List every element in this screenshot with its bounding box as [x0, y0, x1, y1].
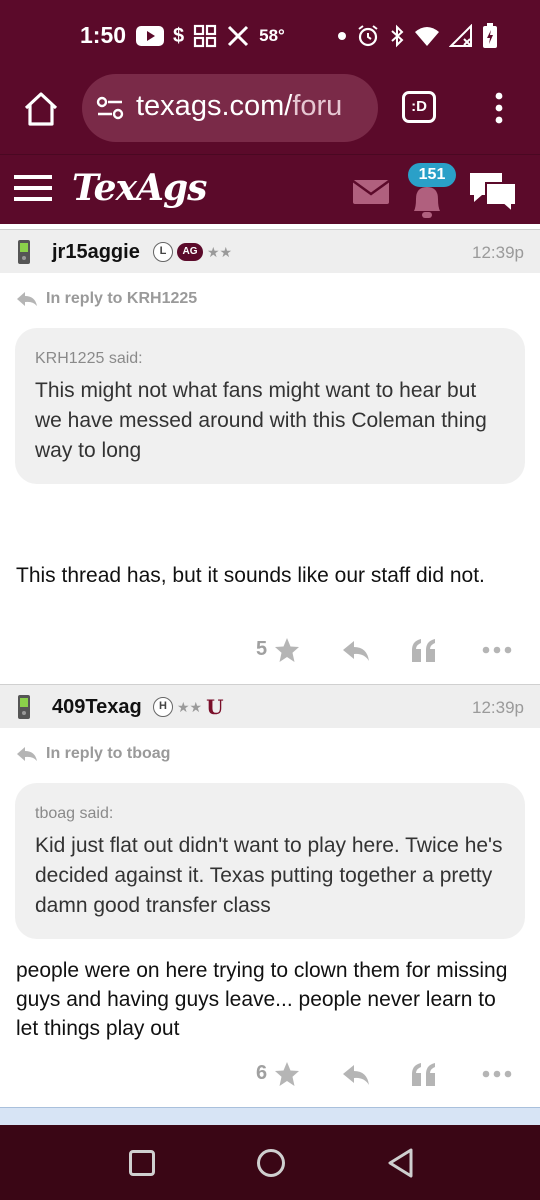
quote-block: KRH1225 said: This might not what fans m… [15, 328, 525, 484]
notification-count-badge: 151 [408, 163, 456, 187]
more-horiz-icon[interactable] [482, 1070, 512, 1078]
chat-bubbles-icon[interactable] [468, 169, 518, 215]
star-count: 6 [256, 1062, 268, 1084]
browser-toolbar: texags.com/foru :D [0, 70, 540, 154]
hamburger-menu-icon[interactable] [14, 173, 54, 203]
site-settings-icon[interactable] [96, 94, 124, 122]
app-grid-icon [194, 24, 217, 48]
user-badges: H ★★ U [153, 697, 224, 717]
home-button[interactable] [257, 1149, 285, 1177]
dot-icon [338, 32, 346, 40]
wifi-icon [415, 27, 439, 46]
post-time: 12:39p [472, 698, 524, 717]
mobile-phone-icon [18, 695, 30, 719]
badge-l: L [153, 242, 173, 262]
reply-icon[interactable] [342, 640, 370, 662]
url-text: texags.com/foru [136, 90, 342, 123]
site-header: TexAgs [0, 154, 540, 224]
star-icon[interactable] [274, 1061, 300, 1087]
quote-author[interactable]: KRH1225 said: [35, 350, 505, 368]
badge-ag: AG [177, 243, 203, 261]
post-actions: 5 [0, 634, 540, 668]
url-path: foru [292, 90, 343, 122]
reply-to-link[interactable]: In reply to tboag [16, 742, 170, 766]
badge-u: U [206, 695, 224, 719]
back-icon[interactable] [386, 1147, 416, 1179]
status-icons-left: $ 58° [136, 22, 285, 50]
post-body: people were on here trying to clown them… [16, 959, 508, 1040]
status-time: 1:50 [80, 22, 127, 48]
post-time: 12:39p [472, 243, 524, 262]
quote-author[interactable]: tboag said: [35, 805, 505, 823]
post-header: 409Texag H ★★ U 12:39p [0, 684, 540, 728]
username[interactable]: jr15aggie [52, 241, 140, 264]
url-domain: texags.com/ [136, 90, 293, 122]
alarm-icon [358, 25, 378, 47]
post-header: jr15aggie L AG ★★ 12:39p [0, 229, 540, 273]
badge-h: H [153, 697, 173, 717]
quote-icon[interactable] [411, 638, 437, 662]
star-icon[interactable] [274, 637, 300, 663]
reply-to-text: In reply to KRH1225 [46, 290, 198, 307]
next-post-header-partial [0, 1107, 540, 1125]
reply-arrow-icon [17, 747, 37, 761]
post-actions: 6 [0, 1058, 540, 1092]
status-temperature: 58° [259, 26, 285, 45]
mobile-phone-icon [18, 240, 30, 264]
status-icons-right [337, 22, 498, 50]
post-body: This thread has, but it sounds like our … [16, 564, 485, 587]
quote-text: Kid just flat out didn't want to play he… [35, 834, 503, 917]
rank-stars: ★★ [177, 698, 203, 715]
reply-to-link[interactable]: In reply to KRH1225 [16, 287, 197, 311]
quote-icon[interactable] [411, 1062, 437, 1086]
system-nav-bar [0, 1125, 540, 1200]
username[interactable]: 409Texag [52, 696, 142, 719]
quote-text: This might not what fans might want to h… [35, 379, 487, 462]
mail-icon[interactable] [352, 179, 390, 205]
home-icon[interactable] [22, 90, 60, 128]
tab-switcher-button[interactable]: :D [402, 91, 436, 123]
dollar-icon: $ [173, 24, 185, 47]
star-count: 5 [256, 638, 268, 660]
x-icon [228, 25, 249, 47]
user-badges: L AG ★★ [153, 242, 232, 262]
address-bar[interactable]: texags.com/foru [82, 74, 378, 142]
more-horiz-icon[interactable] [482, 646, 512, 654]
quote-block: tboag said: Kid just flat out didn't wan… [15, 783, 525, 939]
youtube-icon [136, 26, 164, 46]
more-vert-icon[interactable] [490, 90, 508, 126]
reply-arrow-icon [17, 292, 37, 306]
signal-icon [449, 24, 472, 47]
rank-stars: ★★ [207, 243, 233, 260]
reply-to-text: In reply to tboag [46, 745, 171, 762]
status-bar: 1:50 $ 58° [0, 0, 540, 70]
battery-charging-icon [483, 23, 497, 48]
site-logo[interactable]: TexAgs [72, 167, 207, 209]
reply-icon[interactable] [342, 1064, 370, 1086]
recents-button[interactable] [129, 1150, 155, 1176]
bluetooth-icon [391, 24, 404, 48]
